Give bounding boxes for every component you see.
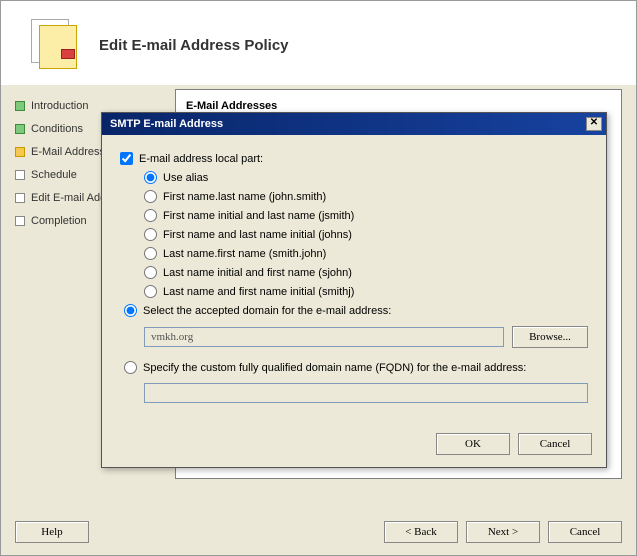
use-alias-radio[interactable] bbox=[144, 171, 157, 184]
local-part-checkbox[interactable] bbox=[120, 152, 133, 165]
last-first-radio[interactable] bbox=[144, 247, 157, 260]
dialog-title: SMTP E-mail Address bbox=[110, 118, 586, 130]
domain-input-row: Browse... bbox=[120, 326, 588, 348]
select-accepted-domain-row: Select the accepted domain for the e-mai… bbox=[120, 301, 588, 320]
specify-fqdn-row: Specify the custom fully qualified domai… bbox=[120, 358, 588, 377]
last-finitial-radio[interactable] bbox=[144, 285, 157, 298]
step-pending-icon bbox=[15, 193, 25, 203]
local-part-option-first-linitial: First name and last name initial (johns) bbox=[120, 225, 588, 244]
wizard-buttons: Help < Back Next > Cancel bbox=[1, 521, 636, 543]
step-active-icon bbox=[15, 147, 25, 157]
local-part-option-finitial-last: First name initial and last name (jsmith… bbox=[120, 206, 588, 225]
wizard-title: Edit E-mail Address Policy bbox=[99, 37, 289, 54]
help-button[interactable]: Help bbox=[15, 521, 89, 543]
step-done-icon bbox=[15, 124, 25, 134]
ok-button[interactable]: OK bbox=[436, 433, 510, 455]
local-part-option-linitial-first: Last name initial and first name (sjohn) bbox=[120, 263, 588, 282]
step-pending-icon bbox=[15, 170, 25, 180]
local-part-option-first-last: First name.last name (john.smith) bbox=[120, 187, 588, 206]
close-icon[interactable]: ✕ bbox=[586, 117, 602, 131]
step-done-icon bbox=[15, 101, 25, 111]
wizard-window: Edit E-mail Address Policy Introduction … bbox=[0, 0, 637, 556]
section-title: E-Mail Addresses bbox=[186, 100, 611, 112]
browse-button[interactable]: Browse... bbox=[512, 326, 588, 348]
dialog-cancel-button[interactable]: Cancel bbox=[518, 433, 592, 455]
back-button[interactable]: < Back bbox=[384, 521, 458, 543]
next-button[interactable]: Next > bbox=[466, 521, 540, 543]
local-part-option-use-alias: Use alias bbox=[120, 168, 588, 187]
local-part-checkbox-row: E-mail address local part: bbox=[120, 149, 588, 168]
local-part-option-last-finitial: Last name and first name initial (smithj… bbox=[120, 282, 588, 301]
accepted-domain-input[interactable] bbox=[144, 327, 504, 347]
dialog-buttons: OK Cancel bbox=[102, 423, 606, 467]
first-linitial-radio[interactable] bbox=[144, 228, 157, 241]
cancel-button[interactable]: Cancel bbox=[548, 521, 622, 543]
first-last-radio[interactable] bbox=[144, 190, 157, 203]
step-pending-icon bbox=[15, 216, 25, 226]
dialog-body: E-mail address local part: Use alias Fir… bbox=[102, 135, 606, 423]
local-part-option-last-first: Last name.first name (smith.john) bbox=[120, 244, 588, 263]
fqdn-input[interactable] bbox=[144, 383, 588, 403]
specify-fqdn-radio[interactable] bbox=[124, 361, 137, 374]
local-part-label: E-mail address local part: bbox=[139, 153, 263, 165]
select-accepted-radio[interactable] bbox=[124, 304, 137, 317]
linitial-first-radio[interactable] bbox=[144, 266, 157, 279]
mail-policy-icon bbox=[31, 19, 79, 71]
dialog-titlebar[interactable]: SMTP E-mail Address ✕ bbox=[102, 113, 606, 135]
wizard-header: Edit E-mail Address Policy bbox=[1, 1, 636, 85]
finitial-last-radio[interactable] bbox=[144, 209, 157, 222]
fqdn-input-row bbox=[120, 383, 588, 403]
smtp-email-address-dialog: SMTP E-mail Address ✕ E-mail address loc… bbox=[101, 112, 607, 468]
